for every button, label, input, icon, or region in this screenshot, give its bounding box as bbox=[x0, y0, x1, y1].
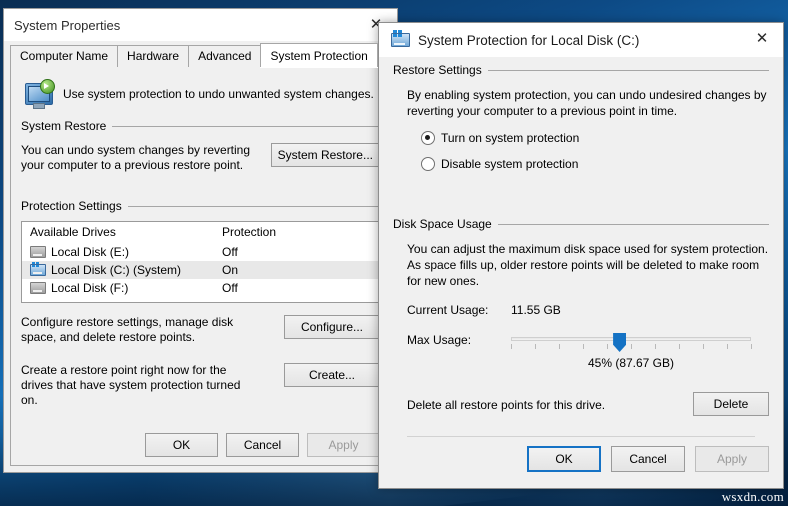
restore-settings-caption-label: Restore Settings bbox=[393, 63, 482, 77]
group-divider bbox=[112, 125, 380, 127]
delete-button[interactable]: Delete bbox=[693, 392, 769, 416]
column-header-protection: Protection bbox=[222, 225, 277, 239]
protection-settings-group: Protection Settings Available Drives Pro… bbox=[21, 199, 380, 408]
drive-name: Local Disk (E:) bbox=[51, 245, 130, 259]
column-header-available-drives: Available Drives bbox=[30, 225, 116, 239]
table-row[interactable]: Local Disk (E:) Off bbox=[22, 243, 379, 261]
current-usage-row: Current Usage: 11.55 GB bbox=[407, 303, 769, 317]
protection-settings-caption: Protection Settings bbox=[21, 199, 380, 213]
system-protection-icon bbox=[21, 79, 55, 109]
system-properties-title: System Properties bbox=[14, 17, 121, 33]
system-properties-titlebar: System Properties ✕ bbox=[4, 9, 397, 41]
ok-button[interactable]: OK bbox=[145, 433, 218, 457]
dialog-button-bar: OK Cancel Apply bbox=[527, 446, 769, 472]
apply-button: Apply bbox=[307, 433, 380, 457]
disk-space-usage-caption: Disk Space Usage bbox=[393, 217, 769, 231]
max-usage-slider[interactable] bbox=[511, 331, 752, 352]
radio-turn-on-system-protection[interactable]: Turn on system protection bbox=[421, 131, 769, 145]
tab-advanced[interactable]: Advanced bbox=[188, 45, 262, 67]
drive-protection-state: Off bbox=[222, 281, 238, 295]
table-row[interactable]: Local Disk (F:) Off bbox=[22, 279, 379, 297]
drive-icon bbox=[30, 282, 46, 294]
site-watermark: wsxdn.com bbox=[721, 489, 784, 504]
configure-row: Configure restore settings, manage disk … bbox=[21, 315, 380, 345]
disk-space-usage-caption-label: Disk Space Usage bbox=[393, 217, 492, 231]
apply-button: Apply bbox=[695, 446, 769, 472]
create-button[interactable]: Create... bbox=[284, 363, 380, 387]
max-usage-row: Max Usage: bbox=[407, 331, 769, 352]
drive-protection-state: Off bbox=[222, 245, 238, 259]
system-protection-tab-page: Use system protection to undo unwanted s… bbox=[10, 67, 391, 466]
system-restore-description: You can undo system changes by reverting… bbox=[21, 143, 251, 172]
slider-track[interactable] bbox=[511, 333, 751, 352]
system-properties-button-bar: OK Cancel Apply bbox=[11, 433, 390, 457]
system-properties-window: System Properties ✕ Computer Name Hardwa… bbox=[3, 8, 439, 473]
disk-space-usage-description: You can adjust the maximum disk space us… bbox=[407, 242, 769, 288]
group-divider bbox=[497, 223, 769, 225]
current-usage-value: 11.55 GB bbox=[511, 303, 561, 317]
create-description: Create a restore point right now for the… bbox=[21, 363, 241, 407]
current-usage-label: Current Usage: bbox=[407, 303, 489, 317]
intro-text: Use system protection to undo unwanted s… bbox=[63, 87, 374, 101]
dialog-divider bbox=[407, 436, 755, 437]
cancel-button[interactable]: Cancel bbox=[226, 433, 299, 457]
delete-description: Delete all restore points for this drive… bbox=[407, 398, 606, 412]
system-restore-button[interactable]: System Restore... bbox=[270, 143, 380, 167]
system-restore-group: System Restore You can undo system chang… bbox=[21, 119, 380, 173]
system-protection-dialog: System Protection for Local Disk (C:) ✕ … bbox=[378, 22, 784, 489]
slider-ticks bbox=[511, 344, 752, 352]
list-header-row: Available Drives Protection bbox=[22, 222, 379, 243]
system-restore-row: You can undo system changes by reverting… bbox=[21, 143, 380, 173]
radio-disable-system-protection[interactable]: Disable system protection bbox=[421, 157, 769, 171]
create-row: Create a restore point right now for the… bbox=[21, 363, 380, 408]
system-drive-icon bbox=[391, 30, 410, 47]
radio-label: Disable system protection bbox=[441, 157, 579, 171]
group-divider bbox=[487, 69, 769, 71]
drive-icon bbox=[30, 246, 46, 258]
protection-settings-caption-label: Protection Settings bbox=[21, 199, 122, 213]
group-divider bbox=[127, 205, 380, 207]
system-restore-caption: System Restore bbox=[21, 119, 380, 133]
configure-button[interactable]: Configure... bbox=[284, 315, 380, 339]
dialog-body: Restore Settings By enabling system prot… bbox=[379, 57, 783, 437]
dialog-titlebar: System Protection for Local Disk (C:) ✕ bbox=[379, 23, 783, 57]
table-row[interactable]: Local Disk (C:) (System) On bbox=[22, 261, 379, 279]
system-restore-caption-label: System Restore bbox=[21, 119, 107, 133]
cancel-button[interactable]: Cancel bbox=[611, 446, 685, 472]
restore-settings-description: By enabling system protection, you can u… bbox=[407, 88, 767, 118]
radio-icon[interactable] bbox=[421, 131, 435, 145]
max-usage-value: 45% (87.67 GB) bbox=[587, 356, 675, 370]
tab-system-protection[interactable]: System Protection bbox=[260, 43, 378, 67]
drive-name: Local Disk (F:) bbox=[51, 281, 129, 295]
system-drive-icon bbox=[30, 262, 46, 276]
system-properties-tabs: Computer Name Hardware Advanced System P… bbox=[10, 43, 439, 68]
restore-settings-caption: Restore Settings bbox=[393, 63, 769, 77]
radio-icon[interactable] bbox=[421, 157, 435, 171]
drive-protection-state: On bbox=[222, 263, 239, 277]
tab-computer-name[interactable]: Computer Name bbox=[10, 45, 119, 67]
drive-name: Local Disk (C:) (System) bbox=[51, 263, 182, 277]
intro-row: Use system protection to undo unwanted s… bbox=[11, 67, 390, 109]
max-usage-label: Max Usage: bbox=[407, 333, 472, 347]
ok-button[interactable]: OK bbox=[527, 446, 601, 472]
tab-hardware[interactable]: Hardware bbox=[117, 45, 190, 67]
available-drives-list[interactable]: Available Drives Protection Local Disk (… bbox=[21, 221, 380, 303]
delete-row: Delete all restore points for this drive… bbox=[407, 392, 769, 416]
radio-label: Turn on system protection bbox=[441, 131, 580, 145]
dialog-title: System Protection for Local Disk (C:) bbox=[418, 32, 640, 48]
configure-description: Configure restore settings, manage disk … bbox=[21, 315, 234, 344]
close-icon[interactable]: ✕ bbox=[741, 23, 783, 53]
